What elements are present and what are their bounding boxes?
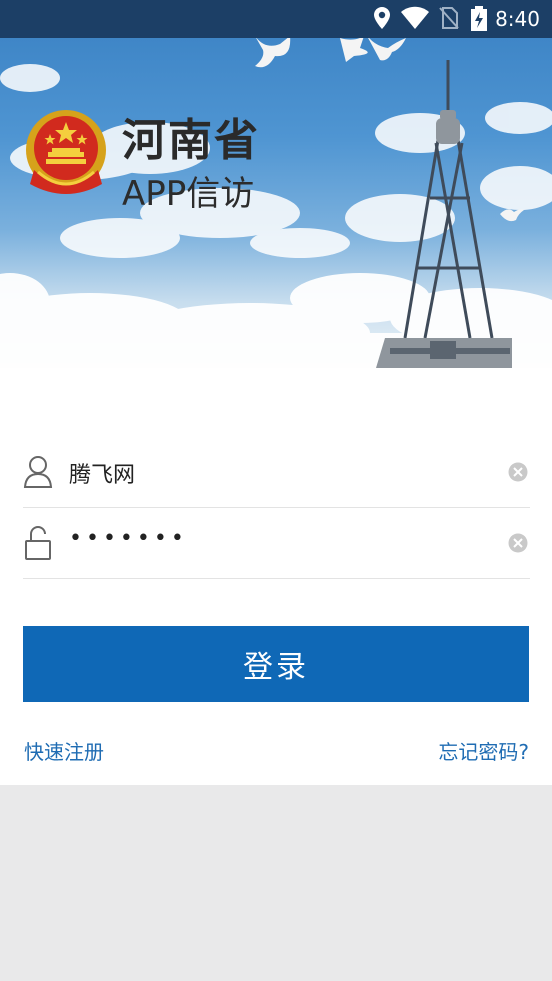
battery-charging-icon xyxy=(471,6,487,31)
password-field[interactable]: ••••••• xyxy=(23,508,530,579)
username-input[interactable]: 腾飞网 xyxy=(69,457,135,489)
login-button[interactable]: 登录 xyxy=(23,626,529,702)
status-bar: 8:40 xyxy=(0,0,552,38)
app-title: 河南省 xyxy=(122,115,260,166)
header-banner: 河南省 APP信访 xyxy=(0,38,552,368)
forgot-password-link[interactable]: 忘记密码? xyxy=(438,736,529,765)
app-subtitle: APP信访 xyxy=(122,174,255,214)
national-emblem-icon xyxy=(26,110,106,194)
lock-icon xyxy=(25,526,51,560)
sky-tower-illustration xyxy=(0,38,552,368)
clear-icon[interactable] xyxy=(508,462,528,482)
register-link[interactable]: 快速注册 xyxy=(24,736,104,765)
status-time: 8:40 xyxy=(495,7,540,31)
location-icon xyxy=(374,7,390,29)
wifi-icon xyxy=(401,6,429,29)
login-form: 腾飞网 ••••••• 登录 快速注册 忘记密码? xyxy=(0,368,552,785)
clear-icon[interactable] xyxy=(508,533,528,553)
no-sim-icon xyxy=(439,7,459,29)
password-input[interactable]: ••••••• xyxy=(69,526,188,551)
user-icon xyxy=(23,456,53,488)
username-field[interactable]: 腾飞网 xyxy=(23,437,530,508)
